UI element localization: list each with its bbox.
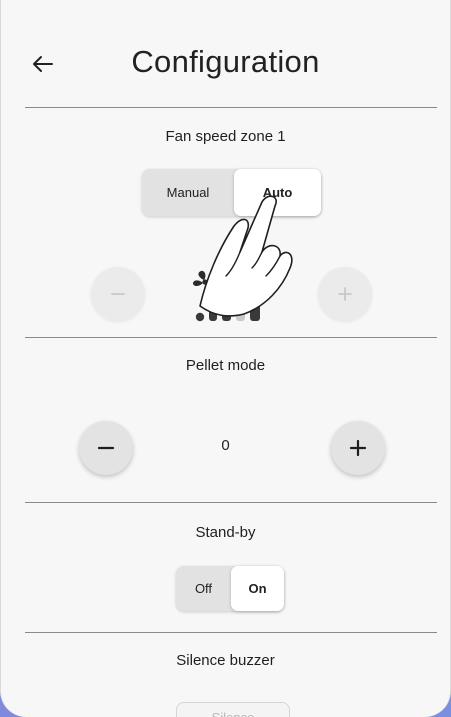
plus-icon bbox=[349, 439, 367, 457]
silence-button[interactable]: Silence bbox=[176, 702, 290, 717]
standby-off-option[interactable]: Off bbox=[176, 566, 231, 611]
silence-buzzer-title: Silence buzzer bbox=[176, 652, 275, 669]
pellet-increase-button[interactable] bbox=[331, 421, 385, 475]
divider bbox=[25, 502, 437, 503]
tap-hand-icon bbox=[199, 195, 293, 317]
standby-toggle: Off On bbox=[176, 566, 284, 611]
standby-on-option[interactable]: On bbox=[231, 566, 284, 611]
standby-title: Stand-by bbox=[195, 524, 256, 541]
divider bbox=[25, 107, 437, 108]
header: Configuration bbox=[1, 0, 450, 107]
page-title: Configuration bbox=[131, 44, 320, 79]
fan-increase-button[interactable] bbox=[318, 267, 372, 321]
minus-icon bbox=[111, 293, 125, 295]
divider bbox=[25, 632, 437, 633]
plus-icon bbox=[338, 287, 352, 301]
divider bbox=[25, 337, 437, 338]
pellet-mode-title: Pellet mode bbox=[185, 357, 266, 374]
fan-speed-zone-title: Fan speed zone 1 bbox=[165, 128, 286, 145]
configuration-panel: Configuration Fan speed zone 1 Manual Au… bbox=[0, 0, 451, 717]
fan-decrease-button[interactable] bbox=[91, 267, 145, 321]
